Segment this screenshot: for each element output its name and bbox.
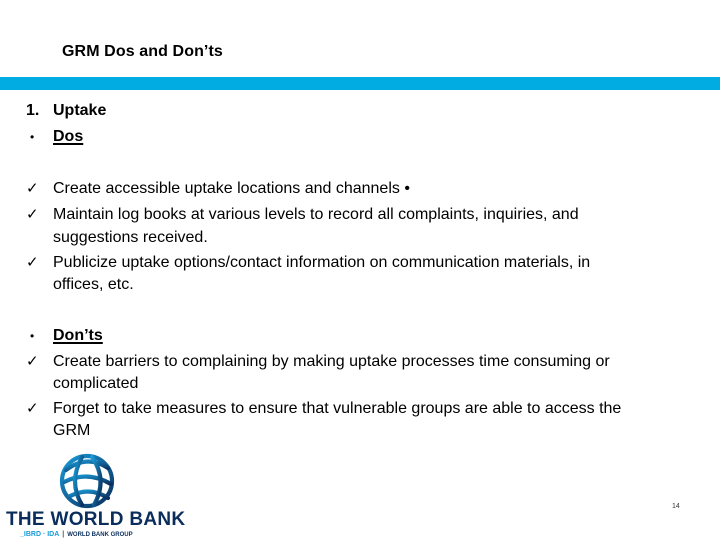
donts-heading: Don’ts — [53, 327, 103, 344]
globe-icon — [59, 453, 115, 509]
checkmark-icon: ✓ — [26, 400, 39, 417]
section-heading: Uptake — [53, 102, 107, 119]
slide-title: GRM Dos and Don’ts — [62, 43, 223, 60]
page-number: 14 — [672, 503, 680, 510]
accent-bar — [0, 77, 720, 90]
dos-heading: Dos — [53, 128, 84, 145]
checkmark-icon: ✓ — [26, 254, 39, 271]
logo-group: WORLD BANK GROUP — [67, 532, 133, 538]
list-item-text: Publicize uptake options/contact informa… — [53, 254, 591, 271]
list-item-text: Forget to take measures to ensure that v… — [53, 400, 622, 417]
list-item-text: Create accessible uptake locations and c… — [53, 180, 410, 197]
checkmark-icon: ✓ — [26, 353, 39, 370]
logo-ibrd-ida: _IBRD · IDA — [20, 531, 60, 538]
world-bank-logo: THE WORLD BANK _IBRD · IDA | WORLD BANK GR… — [6, 452, 185, 540]
section-number: 1. — [26, 102, 40, 119]
list-item-text: Maintain log books at various levels to … — [53, 206, 579, 223]
logo-subtitle: _IBRD · IDA | WORLD BANK GROUP — [20, 531, 133, 538]
checkmark-icon: ✓ — [26, 180, 39, 197]
list-item-text: Create barriers to complaining by making… — [53, 353, 610, 370]
logo-name: THE WORLD BANK — [6, 509, 186, 530]
list-item-text: complicated — [53, 375, 139, 392]
list-item-text: GRM — [53, 422, 91, 439]
list-item-text: offices, etc. — [53, 276, 134, 293]
logo-separator: | — [62, 531, 65, 538]
checkmark-icon: ✓ — [26, 206, 39, 223]
list-item-text: suggestions received. — [53, 229, 208, 246]
